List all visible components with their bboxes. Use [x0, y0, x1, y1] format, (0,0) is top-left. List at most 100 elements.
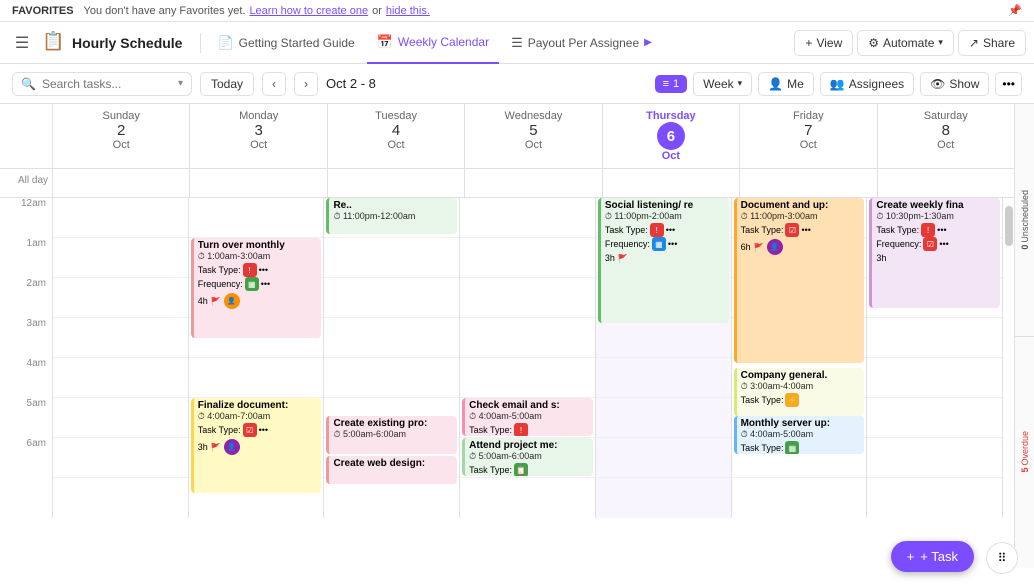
apps-icon: ⠿ [998, 551, 1007, 565]
more-button[interactable]: ••• [995, 72, 1022, 96]
week-button[interactable]: Week ▾ [693, 72, 752, 96]
event-document-up[interactable]: Document and up: ⏱ 11:00pm-3:00am Task T… [734, 198, 865, 363]
day-header-thursday: Thursday 6 Oct [602, 104, 739, 168]
tab-actions: + View ⚙ Automate ▾ ↗ Share [794, 30, 1026, 56]
event-company-general[interactable]: Company general. ⏱ 3:00am-4:00am Task Ty… [734, 368, 865, 416]
overdue-sidebar[interactable]: 5 Overdue [1020, 337, 1030, 569]
day-header-friday: Friday 7 Oct [739, 104, 876, 168]
event-time: ⏱ 11:00pm-12:00am [333, 211, 453, 222]
search-icon: 🔍 [21, 77, 36, 91]
event-finalize-document[interactable]: Finalize document: ⏱ 4:00am-7:00am Task … [191, 398, 322, 493]
unscheduled-sidebar[interactable]: 0 Unscheduled [1020, 104, 1030, 336]
day-column-wednesday: Check email and s: ⏱ 4:00am-5:00am Task … [459, 198, 595, 518]
event-title: Company general. [741, 370, 861, 381]
time-12am: 12am [0, 198, 52, 238]
hour-wednesday-2 [460, 278, 595, 318]
tuesday-month: Oct [336, 139, 456, 151]
tab-weekly-calendar[interactable]: 📅 Weekly Calendar [367, 22, 499, 64]
event-title: Attend project me: [469, 440, 589, 451]
time-1am: 1am [0, 238, 52, 278]
view-label: View [816, 36, 842, 50]
allday-saturday [877, 169, 1014, 197]
plus-icon: + [805, 36, 812, 50]
event-meta: Task Type:⚡ [741, 393, 861, 407]
event-social-listening[interactable]: Social listening/ re ⏱ 11:00pm-2:00am Ta… [598, 198, 729, 323]
automate-chevron-icon: ▾ [938, 37, 943, 48]
event-turn-over-monthly[interactable]: Turn over monthly ⏱ 1:00am-3:00am Task T… [191, 238, 322, 338]
event-hours: 3h🚩👤 [198, 439, 318, 455]
allday-sunday [52, 169, 189, 197]
hour-sunday-1 [53, 238, 188, 278]
scroll-area[interactable]: 12am 1am 2am 3am 4am 5am 6am [0, 198, 1014, 568]
assignees-button[interactable]: 👥 Assignees [820, 72, 914, 96]
day-header-monday: Monday 3 Oct [189, 104, 326, 168]
event-title: Finalize document: [198, 400, 318, 411]
saturday-num: 8 [886, 122, 1006, 139]
automate-button[interactable]: ⚙ Automate ▾ [857, 30, 954, 56]
event-meta: Task Type:!••• Frequency:▦••• [198, 263, 318, 291]
hamburger-button[interactable]: ☰ [8, 29, 36, 57]
tuesday-num: 4 [336, 122, 456, 139]
next-button[interactable]: › [294, 72, 318, 96]
app-icon: 📋 [42, 31, 66, 55]
filter-count: 1 [673, 78, 679, 90]
prev-button[interactable]: ‹ [262, 72, 286, 96]
event-re[interactable]: Re.. ⏱ 11:00pm-12:00am [326, 198, 457, 234]
hour-thursday-5 [596, 398, 731, 438]
allday-row: All day [0, 169, 1014, 198]
tab-getting-started-label: Getting Started Guide [239, 36, 355, 50]
saturday-name: Saturday [886, 110, 1006, 122]
thursday-num: 6 [657, 122, 685, 150]
event-meta: Task Type:!••• Frequency:▦••• [605, 223, 725, 251]
thursday-name: Thursday [611, 110, 731, 122]
tab-payout[interactable]: ☰ Payout Per Assignee ▶ [501, 22, 662, 64]
tab-bar: ☰ 📋 Hourly Schedule 📄 Getting Started Gu… [0, 22, 1034, 64]
tab-getting-started[interactable]: 📄 Getting Started Guide [207, 22, 364, 64]
event-check-email[interactable]: Check email and s: ⏱ 4:00am-5:00am Task … [462, 398, 593, 436]
event-meta: Task Type:☑••• [741, 223, 861, 237]
week-chevron-icon: ▾ [738, 78, 743, 89]
search-box[interactable]: 🔍 ▾ [12, 72, 192, 96]
time-gutter-header [0, 104, 52, 168]
learn-link[interactable]: Learn how to create one [249, 5, 368, 17]
hour-wednesday-12 [460, 198, 595, 238]
hour-sunday-2 [53, 278, 188, 318]
event-attend-project[interactable]: Attend project me: ⏱ 5:00am-6:00am Task … [462, 438, 593, 476]
thursday-month: Oct [611, 150, 731, 162]
event-monthly-server[interactable]: Monthly server up: ⏱ 4:00am-5:00am Task … [734, 416, 865, 454]
apps-button[interactable]: ⠿ [986, 542, 1018, 574]
hide-link[interactable]: hide this. [386, 5, 430, 17]
view-button[interactable]: + View [794, 30, 853, 56]
event-title: Social listening/ re [605, 200, 725, 211]
tuesday-name: Tuesday [336, 110, 456, 122]
event-create-web-design[interactable]: Create web design: [326, 456, 457, 484]
time-4am: 4am [0, 358, 52, 398]
hour-tuesday-3 [324, 318, 459, 358]
eye-icon: 👁 [930, 77, 945, 91]
getting-started-icon: 📄 [217, 35, 233, 51]
favorites-bar: FAVORITES You don't have any Favorites y… [0, 0, 1034, 22]
share-button[interactable]: ↗ Share [958, 30, 1026, 56]
app-title: Hourly Schedule [72, 35, 182, 51]
share-label: Share [983, 36, 1015, 50]
event-create-existing-pro[interactable]: Create existing pro: ⏱ 5:00am-6:00am [326, 416, 457, 454]
assignees-label: Assignees [849, 77, 904, 91]
show-button[interactable]: 👁 Show [920, 72, 989, 96]
event-meta: Task Type:📋 [469, 463, 589, 476]
today-button[interactable]: Today [200, 72, 254, 96]
week-label: Week [703, 77, 733, 91]
automate-icon: ⚙ [868, 36, 879, 50]
add-task-fab[interactable]: + + Task [891, 541, 974, 572]
filter-badge[interactable]: ≡ 1 [655, 75, 688, 93]
search-input[interactable] [42, 77, 162, 91]
time-6am: 6am [0, 438, 52, 478]
me-label: Me [787, 77, 804, 91]
days-grid: Turn over monthly ⏱ 1:00am-3:00am Task T… [52, 198, 1002, 518]
search-chevron-icon: ▾ [178, 78, 183, 89]
sunday-name: Sunday [61, 110, 181, 122]
event-create-weekly[interactable]: Create weekly fina ⏱ 10:30pm-1:30am Task… [869, 198, 1000, 308]
me-button[interactable]: 👤 Me [758, 72, 814, 96]
grid-scrollbar[interactable] [1002, 198, 1014, 518]
event-meta: Task Type:! [469, 423, 589, 436]
calendar-header-row: Sunday 2 Oct Monday 3 Oct Tuesday 4 Oct … [0, 104, 1014, 169]
